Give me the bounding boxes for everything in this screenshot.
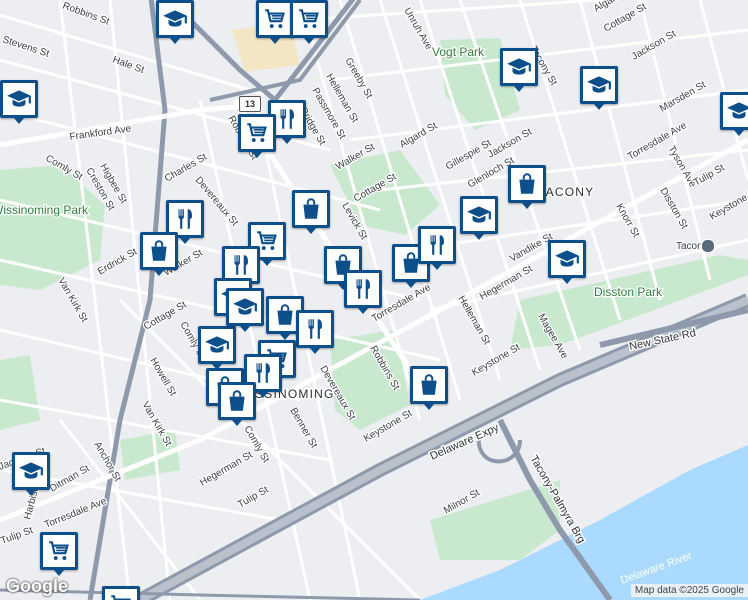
restaurant-marker[interactable] xyxy=(296,310,334,354)
shopping-marker[interactable] xyxy=(290,0,328,44)
marker-pointer xyxy=(431,263,443,270)
graduation-cap-icon xyxy=(0,80,38,118)
route-13-shield: 13 xyxy=(239,96,261,112)
marker-pointer xyxy=(25,489,37,496)
marker-pointer xyxy=(231,419,243,426)
marker-pointer xyxy=(309,347,321,354)
park-label: Wissinoming Park xyxy=(0,203,89,217)
graduation-cap-icon xyxy=(12,452,50,490)
school-marker[interactable] xyxy=(500,48,538,92)
marker-pointer xyxy=(357,307,369,314)
graduation-cap-icon xyxy=(500,48,538,86)
marker-pointer xyxy=(733,129,745,136)
map-attribution[interactable]: Map data ©2025 Google xyxy=(630,584,748,597)
marker-pointer xyxy=(513,85,525,92)
marker-pointer xyxy=(179,237,191,244)
marker-pointer xyxy=(521,202,533,209)
school-marker[interactable] xyxy=(460,196,498,240)
shopping-marker[interactable] xyxy=(508,165,546,209)
neighborhood-label: TACONY xyxy=(538,185,594,199)
graduation-cap-icon xyxy=(226,288,264,326)
school-marker[interactable] xyxy=(0,80,38,124)
marker-pointer xyxy=(53,569,65,576)
shopping-marker[interactable] xyxy=(410,366,448,410)
marker-pointer xyxy=(251,151,263,158)
shopping-cart-icon xyxy=(290,0,328,38)
restaurant-marker[interactable] xyxy=(418,226,456,270)
shopping-cart-icon xyxy=(238,114,276,152)
school-marker[interactable] xyxy=(198,326,236,370)
shopping-marker[interactable] xyxy=(218,382,256,426)
school-marker[interactable] xyxy=(12,452,50,496)
graduation-cap-icon xyxy=(720,92,748,130)
google-logo: Google xyxy=(6,576,68,596)
marker-pointer xyxy=(279,333,291,340)
marker-pointer xyxy=(169,37,181,44)
shopping-marker[interactable] xyxy=(102,586,140,600)
school-marker[interactable] xyxy=(548,240,586,284)
shopping-bag-icon xyxy=(410,366,448,404)
fork-knife-icon xyxy=(344,270,382,308)
shopping-cart-icon xyxy=(40,532,78,570)
shopping-cart-icon xyxy=(256,0,294,38)
graduation-cap-icon xyxy=(548,240,586,278)
marker-pointer xyxy=(473,233,485,240)
marker-pointer xyxy=(305,227,317,234)
shopping-marker[interactable] xyxy=(238,114,276,158)
marker-pointer xyxy=(405,281,417,288)
shopping-marker[interactable] xyxy=(292,190,330,234)
marker-pointer xyxy=(269,37,281,44)
shopping-marker[interactable] xyxy=(140,232,178,276)
restaurant-marker[interactable] xyxy=(344,270,382,314)
train-station-icon[interactable] xyxy=(701,239,715,253)
shopping-marker[interactable] xyxy=(40,532,78,576)
marker-pointer xyxy=(561,277,573,284)
school-marker[interactable] xyxy=(226,288,264,332)
fork-knife-icon xyxy=(418,226,456,264)
marker-pointer xyxy=(239,325,251,332)
graduation-cap-icon xyxy=(580,66,618,104)
park-label: Vogt Park xyxy=(432,45,485,59)
marker-pointer xyxy=(593,103,605,110)
marker-pointer xyxy=(257,391,269,398)
fork-knife-icon xyxy=(296,310,334,348)
school-marker[interactable] xyxy=(720,92,748,136)
shopping-bag-icon xyxy=(218,382,256,420)
shopping-bag-icon xyxy=(140,232,178,270)
marker-pointer xyxy=(153,269,165,276)
shopping-marker[interactable] xyxy=(256,0,294,44)
school-marker[interactable] xyxy=(156,0,194,44)
marker-pointer xyxy=(303,37,315,44)
marker-pointer xyxy=(13,117,25,124)
park-label: Disston Park xyxy=(594,285,663,299)
graduation-cap-icon xyxy=(460,196,498,234)
map-view[interactable]: Robbins St Stevens St Hale St Frankford … xyxy=(0,0,748,600)
graduation-cap-icon xyxy=(156,0,194,38)
marker-pointer xyxy=(281,137,293,144)
marker-pointer xyxy=(423,403,435,410)
marker-pointer xyxy=(261,259,273,266)
shopping-cart-icon xyxy=(102,586,140,600)
shopping-bag-icon xyxy=(508,165,546,203)
school-marker[interactable] xyxy=(580,66,618,110)
shopping-bag-icon xyxy=(292,190,330,228)
